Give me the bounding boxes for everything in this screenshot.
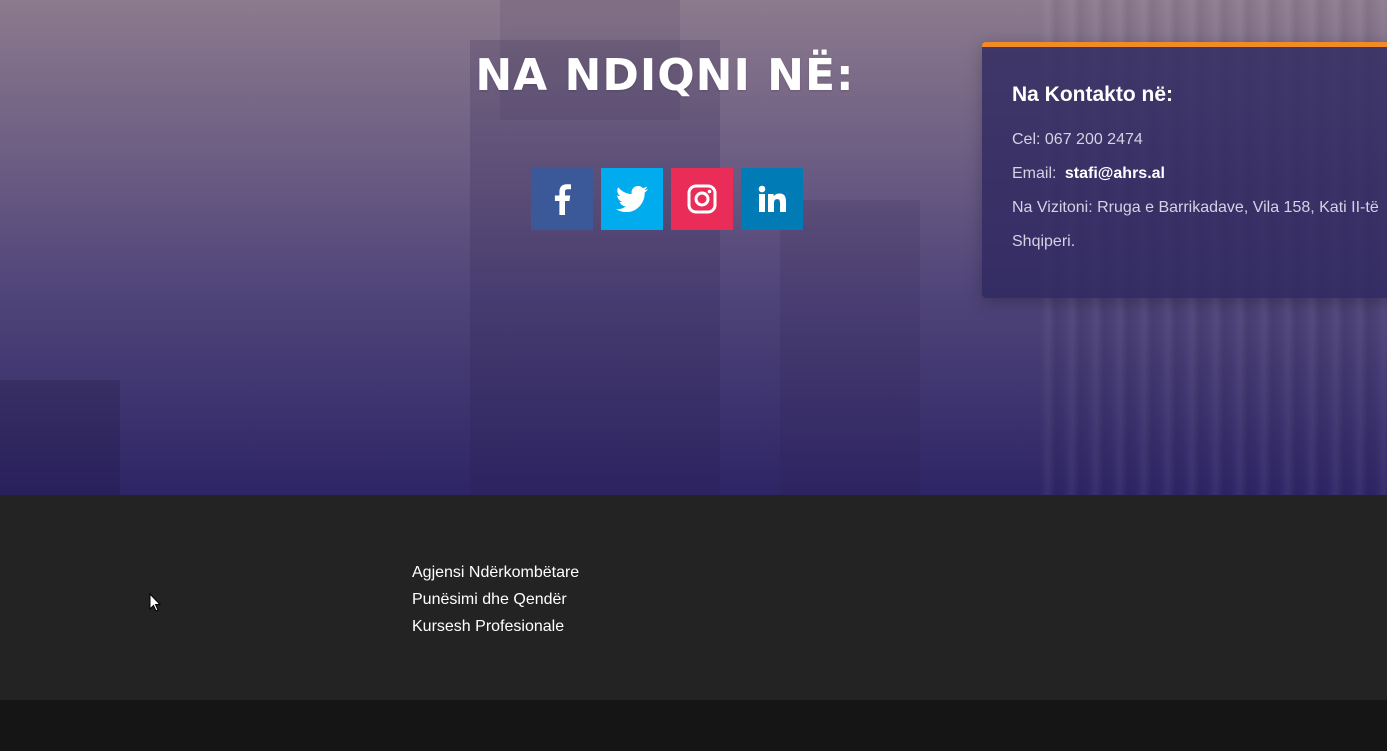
social-links xyxy=(531,168,803,230)
contact-address: Na Vizitoni: Rruga e Barrikadave, Vila 1… xyxy=(1012,199,1379,216)
instagram-button[interactable] xyxy=(671,168,733,230)
facebook-button[interactable] xyxy=(531,168,593,230)
mouse-cursor-icon xyxy=(149,593,161,612)
contact-country: Shqiperi. xyxy=(1012,233,1076,250)
twitter-icon xyxy=(616,186,648,212)
background-building xyxy=(780,200,920,495)
footer: Agjensi Ndërkombëtare Punësimi dhe Qendë… xyxy=(0,495,1387,700)
footer-link-kursesh[interactable]: Kursesh Profesionale xyxy=(412,613,579,640)
linkedin-icon xyxy=(758,185,786,212)
instagram-icon xyxy=(687,184,717,214)
background-building xyxy=(0,380,120,495)
contact-card: Na Kontakto në: Cel: 067 200 2474 Email:… xyxy=(982,42,1387,298)
hero-section: NA NDIQNI NË: Na Kontakto në: Cel: 067 2… xyxy=(0,0,1387,495)
contact-email-label: Email: xyxy=(1012,165,1057,182)
facebook-icon xyxy=(554,184,571,215)
background-building xyxy=(470,40,720,495)
contact-phone: Cel: 067 200 2474 xyxy=(1012,131,1143,148)
footer-links: Agjensi Ndërkombëtare Punësimi dhe Qendë… xyxy=(412,559,579,640)
contact-email-link[interactable]: stafi@ahrs.al xyxy=(1065,165,1165,182)
footer-link-punesimi[interactable]: Punësimi dhe Qendër xyxy=(412,586,579,613)
contact-title: Na Kontakto në: xyxy=(1012,83,1174,106)
bottom-bar xyxy=(0,700,1387,751)
follow-us-title: NA NDIQNI NË: xyxy=(475,50,855,101)
twitter-button[interactable] xyxy=(601,168,663,230)
linkedin-button[interactable] xyxy=(741,168,803,230)
footer-link-agjensi[interactable]: Agjensi Ndërkombëtare xyxy=(412,559,579,586)
contact-email-row: Email: stafi@ahrs.al xyxy=(1012,157,1387,191)
